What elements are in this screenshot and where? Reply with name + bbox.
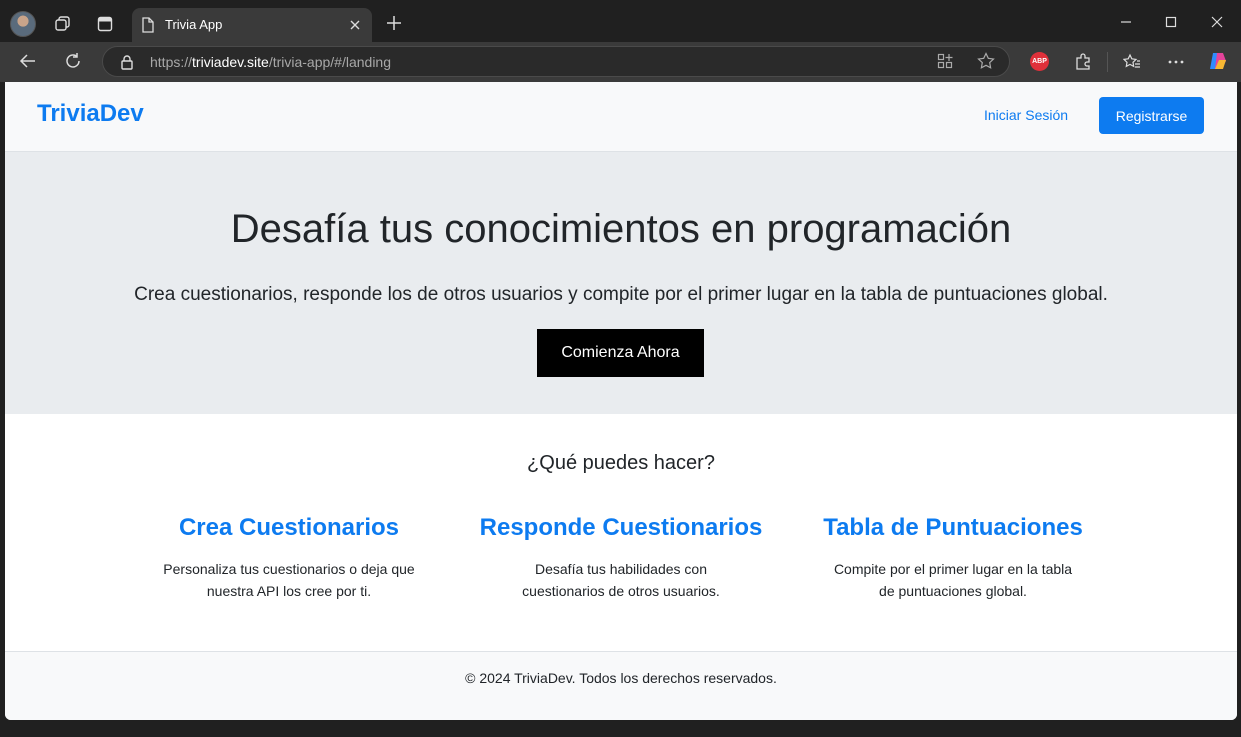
feature-answer-quizzes: Responde Cuestionarios Desafía tus habil… xyxy=(471,514,771,602)
brand-logo[interactable]: TriviaDev xyxy=(37,100,144,128)
feature-create-quizzes: Crea Cuestionarios Personaliza tus cuest… xyxy=(139,514,439,602)
extensions-icon[interactable] xyxy=(1069,48,1097,76)
page-viewport: TriviaDev Iniciar Sesión Registrarse Des… xyxy=(5,82,1237,720)
address-bar[interactable]: https://triviadev.site/trivia-app/#/land… xyxy=(102,46,1010,77)
hero-title: Desafía tus conocimientos en programació… xyxy=(230,207,1012,251)
hero-subtitle: Crea cuestionarios, responde los de otro… xyxy=(134,284,1108,305)
hero-section: Desafía tus conocimientos en programació… xyxy=(5,152,1237,414)
feature-title: Tabla de Puntuaciones xyxy=(823,514,1083,541)
favorite-star-icon[interactable] xyxy=(977,52,995,74)
lock-icon[interactable] xyxy=(120,54,134,74)
footer-copyright: © 2024 TriviaDev. Todos los derechos res… xyxy=(465,670,777,686)
copilot-icon[interactable] xyxy=(1204,47,1232,75)
browser-toolbar: https://triviadev.site/trivia-app/#/land… xyxy=(0,42,1241,82)
feature-title: Responde Cuestionarios xyxy=(479,514,763,541)
tab-trivia-app[interactable]: Trivia App xyxy=(132,8,372,42)
favorites-icon[interactable] xyxy=(1118,48,1146,76)
feature-description: Compite por el primer lugar en la tabla … xyxy=(833,561,1073,599)
page-icon xyxy=(141,17,155,37)
login-link[interactable]: Iniciar Sesión xyxy=(984,107,1068,123)
close-window-icon[interactable] xyxy=(1194,8,1240,36)
close-tab-icon[interactable] xyxy=(346,16,364,34)
feature-description: Desafía tus habilidades con cuestionario… xyxy=(522,561,720,599)
profile-avatar[interactable] xyxy=(10,11,36,37)
features-heading: ¿Qué puedes hacer? xyxy=(527,452,715,474)
workspaces-icon[interactable] xyxy=(49,10,77,38)
adblock-extension-icon[interactable]: ABP xyxy=(1030,52,1049,71)
tab-title: Trivia App xyxy=(165,17,223,32)
browser-tab-strip: Trivia App xyxy=(0,0,1241,42)
more-menu-icon[interactable] xyxy=(1162,48,1190,76)
app-available-icon[interactable] xyxy=(937,53,953,73)
tab-actions-icon[interactable] xyxy=(91,10,119,38)
features-section: ¿Qué puedes hacer? Crea Cuestionarios Pe… xyxy=(5,414,1237,651)
back-icon[interactable] xyxy=(14,47,42,75)
page-footer: © 2024 TriviaDev. Todos los derechos res… xyxy=(5,651,1237,720)
maximize-icon[interactable] xyxy=(1148,8,1194,36)
get-started-button[interactable]: Comienza Ahora xyxy=(537,329,704,377)
new-tab-icon[interactable] xyxy=(380,9,408,37)
refresh-icon[interactable] xyxy=(59,47,87,75)
top-navbar: TriviaDev Iniciar Sesión Registrarse xyxy=(5,82,1237,152)
register-button[interactable]: Registrarse xyxy=(1099,97,1204,134)
toolbar-divider xyxy=(1107,52,1108,72)
feature-description: Personaliza tus cuestionarios o deja que… xyxy=(163,561,415,599)
minimize-icon[interactable] xyxy=(1103,8,1149,36)
feature-title: Crea Cuestionarios xyxy=(178,514,400,541)
feature-leaderboard: Tabla de Puntuaciones Compite por el pri… xyxy=(803,514,1103,602)
url-text: https://triviadev.site/trivia-app/#/land… xyxy=(150,54,391,70)
